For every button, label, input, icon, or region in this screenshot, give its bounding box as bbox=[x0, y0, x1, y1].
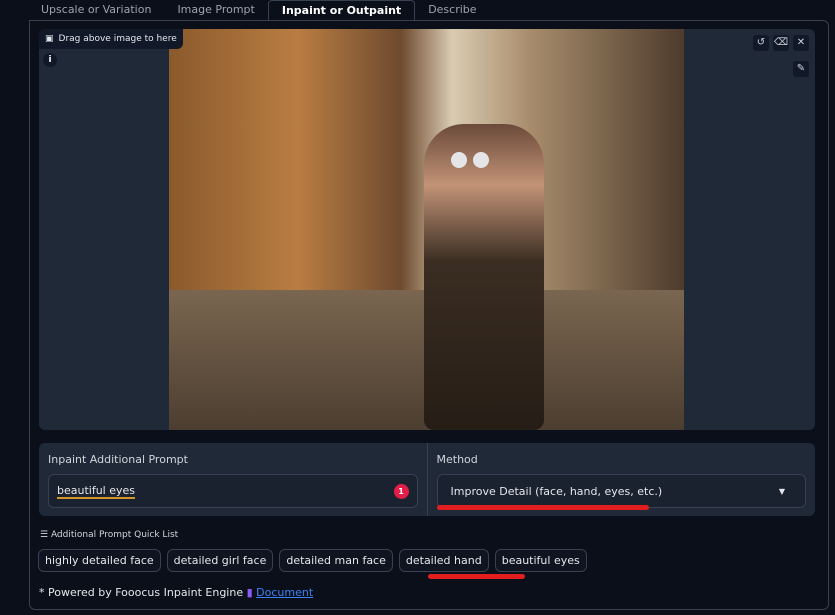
method-label: Method bbox=[436, 453, 478, 466]
tab-inpaint[interactable]: Inpaint or Outpaint bbox=[267, 0, 416, 21]
mask-stroke bbox=[451, 152, 467, 168]
list-icon: ☰ bbox=[40, 530, 51, 540]
document-link[interactable]: Document bbox=[256, 586, 313, 599]
powered-by: * Powered by Fooocus Inpaint Engine ▮ Do… bbox=[39, 586, 314, 599]
quick-item[interactable]: highly detailed face bbox=[38, 549, 161, 572]
annotation-underline bbox=[428, 574, 525, 579]
quick-item[interactable]: detailed hand bbox=[398, 549, 489, 572]
tab-upscale[interactable]: Upscale or Variation bbox=[28, 0, 164, 21]
annotation-underline bbox=[437, 505, 649, 510]
tab-bar: Upscale or Variation Image Prompt Inpain… bbox=[28, 0, 490, 21]
brush-icon[interactable]: ✎ bbox=[793, 61, 809, 77]
inpaint-image[interactable] bbox=[169, 29, 684, 430]
drop-label: ▣ Drag above image to here bbox=[39, 29, 183, 49]
error-badge: 1 bbox=[393, 483, 409, 499]
method-select[interactable]: Improve Detail (face, hand, eyes, etc.) … bbox=[436, 474, 806, 508]
inpaint-prompt-input[interactable]: beautiful eyes 1 bbox=[48, 474, 418, 508]
quick-item[interactable]: detailed man face bbox=[279, 549, 393, 572]
inpaint-options: Inpaint Additional Prompt beautiful eyes… bbox=[39, 443, 815, 516]
chevron-down-icon: ▼ bbox=[778, 486, 785, 496]
mask-stroke bbox=[473, 152, 489, 168]
woman-figure bbox=[424, 124, 544, 430]
book-icon: ▮ bbox=[246, 586, 253, 599]
inpaint-canvas[interactable]: ▣ Drag above image to here i ↺ ⌫ ✕ ✎ bbox=[39, 29, 815, 430]
inpaint-prompt-label: Inpaint Additional Prompt bbox=[48, 453, 188, 466]
quick-item[interactable]: beautiful eyes bbox=[494, 549, 587, 572]
image-icon: ▣ bbox=[45, 34, 54, 44]
eraser-icon[interactable]: ⌫ bbox=[773, 35, 789, 51]
quick-list: highly detailed face detailed girl face … bbox=[38, 549, 587, 572]
info-icon[interactable]: i bbox=[43, 53, 57, 67]
undo-icon[interactable]: ↺ bbox=[753, 35, 769, 51]
tab-image-prompt[interactable]: Image Prompt bbox=[164, 0, 267, 21]
quick-list-label: ☰ Additional Prompt Quick List bbox=[40, 530, 179, 540]
quick-item[interactable]: detailed girl face bbox=[166, 549, 274, 572]
close-icon[interactable]: ✕ bbox=[793, 35, 809, 51]
tab-describe[interactable]: Describe bbox=[415, 0, 489, 21]
